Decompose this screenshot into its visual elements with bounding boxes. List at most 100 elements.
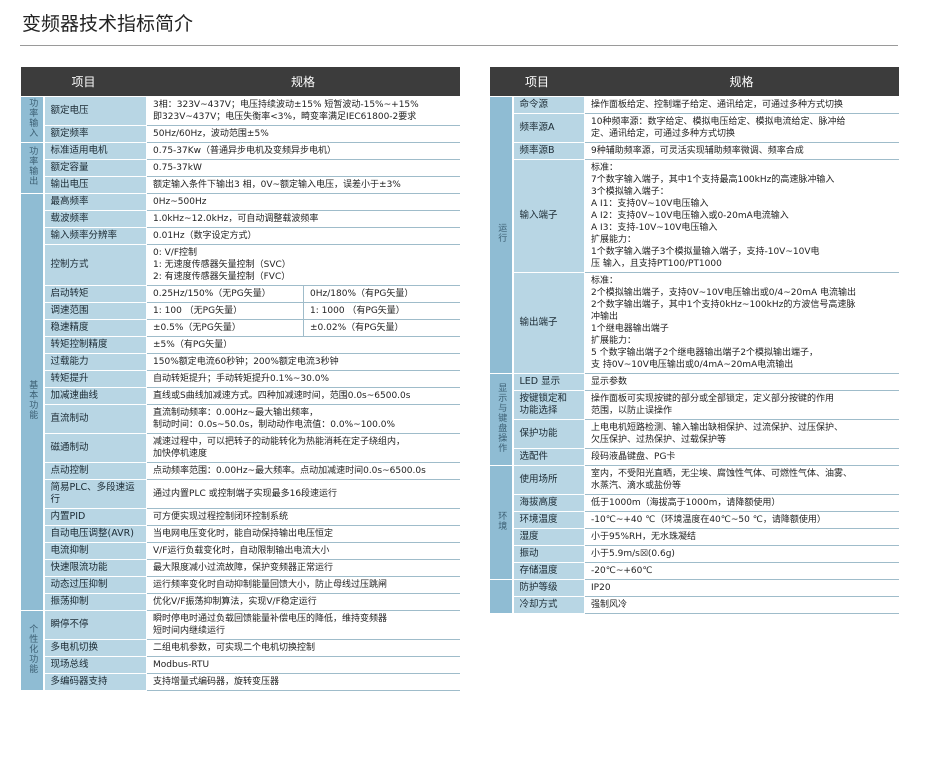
spec-value: 0.75-37Kw（普通异步电机及变频异步电机）: [146, 142, 460, 160]
spec-item: 命令源: [511, 96, 586, 114]
table-row: 环境温度 -10℃~+40 ℃（环境温度在40℃~50 ℃，请降额使用）: [490, 511, 899, 529]
group-label-text: 功率输出: [27, 146, 38, 186]
table-row: 动态过压抑制 运行频率变化时自动抑制能量回馈大小，防止母线过压跳闸: [21, 576, 460, 594]
table-row: 启动转矩 0.25Hz/150%（无PG矢量） 0Hz/180%（有PG矢量）: [21, 285, 460, 303]
spec-value: -20℃~+60℃: [584, 562, 899, 580]
spec-value: Modbus-RTU: [146, 656, 460, 674]
spec-value: 操作面板可实现按键的部分或全部锁定，定义部分按键的作用 范围，以防止误操作: [584, 390, 899, 420]
header-spec: 规格: [146, 67, 460, 97]
spec-item: 额定频率: [42, 125, 148, 143]
spec-value: 室内，不受阳光直晒，无尘埃、腐蚀性气体、可燃性气体、油雾、 水蒸汽、滴水或盐份等: [584, 465, 899, 495]
spec-value: 操作面板给定、控制端子给定、通讯给定，可通过多种方式切换: [584, 96, 899, 114]
spec-value-secondary: ±0.02%（有PG矢量）: [303, 319, 460, 337]
table-row: 显示与键盘操作 LED 显示 显示参数: [489, 373, 899, 466]
group-label: 功率输入: [20, 96, 45, 143]
spec-value: 二组电机参数，可实现二个电机切换控制: [146, 639, 460, 657]
table-row: 调速范围 1: 100 （无PG矢量） 1: 1000 （有PG矢量）: [21, 302, 460, 320]
group-label: 个性化功能: [20, 610, 45, 691]
table-row: 控制方式 0: V/F控制 1: 无速度传感器矢量控制（SVC） 2: 有速度传感…: [21, 244, 460, 286]
table-row: 简易PLC、多段速运行 通过内置PLC 或控制端子实现最多16段速运行: [21, 479, 460, 509]
spec-item: 稳速精度: [42, 319, 148, 337]
spec-value: 9种辅助频率源，可灵活实现辅助频率微调、频率合成: [584, 142, 899, 160]
table-row: 稳速精度 ±0.5%（无PG矢量） ±0.02%（有PG矢量）: [21, 319, 460, 337]
spec-value: 减速过程中，可以把转子的动能转化为热能消耗在定子绕组内， 加快停机速度: [146, 433, 460, 463]
table-row: 功率输入 额定电压 3相：323V~437V；电压持续波动±15% 短暂波动-15%…: [20, 96, 460, 143]
spec-table-right: 项目 规格 运行 命令源 操作面板给定、控制端子给定、通讯给定，可通过多种方式切换频…: [489, 67, 899, 614]
spec-item: 最高频率: [42, 193, 148, 211]
spec-item: 简易PLC、多段速运行: [42, 479, 148, 509]
spec-value: 标准： 2个模拟输出端子，支持0V~10V电压输出或0/4~20mA 电流输出 …: [584, 272, 899, 374]
spec-item: 控制方式: [42, 244, 148, 286]
spec-value: 瞬时停电时通过负载回馈能量补偿电压的降低，维持变频器 短时间内继续运行: [146, 610, 460, 640]
spec-value: 优化V/F振荡抑制算法，实现V/F稳定运行: [146, 593, 460, 611]
table-row: 输入频率分辨率 0.01Hz（数字设定方式）: [21, 227, 460, 245]
spec-value: IP20: [584, 579, 899, 597]
spec-value: 10种频率源：数字给定、模拟电压给定、模拟电流给定、脉冲给 定、通讯给定，可通过…: [584, 113, 899, 143]
header-item: 项目: [20, 67, 147, 97]
spec-item: 输出端子: [511, 272, 586, 374]
spec-item: 电流抑制: [42, 542, 148, 560]
table-row: 额定容量 0.75-37kW: [21, 159, 460, 177]
table-row: 载波频率 1.0kHz~12.0kHz，可自动调整载波频率: [21, 210, 460, 228]
spec-item: 加减速曲线: [42, 387, 148, 405]
spec-value: 0: V/F控制 1: 无速度传感器矢量控制（SVC） 2: 有速度传感器矢量控…: [146, 244, 460, 286]
table-row: 直流制动 直流制动频率：0.00Hz~最大输出频率， 制动时间：0.0s~50.0…: [21, 404, 460, 434]
table-row: 转矩控制精度 ±5%（有PG矢量）: [21, 336, 460, 354]
spec-value: 当电网电压变化时，能自动保持输出电压恒定: [146, 525, 460, 543]
group-label: [489, 579, 514, 614]
spec-item: 选配件: [511, 448, 586, 466]
spec-item: 点动控制: [42, 462, 148, 480]
table-row: 按键锁定和 功能选择 操作面板可实现按键的部分或全部锁定，定义部分按键的作用 范围…: [490, 390, 899, 420]
spec-item: LED 显示: [511, 373, 586, 391]
spec-value: 自动转矩提升；手动转矩提升0.1%~30.0%: [146, 370, 460, 388]
spec-value: 低于1000m（海拔高于1000m，请降额使用）: [584, 494, 899, 512]
spec-item: 动态过压抑制: [42, 576, 148, 594]
spec-value: 0.25Hz/150%（无PG矢量）: [146, 285, 305, 303]
spec-item: 自动电压调整(AVR): [42, 525, 148, 543]
spec-value: 小于95%RH，无水珠凝结: [584, 528, 899, 546]
spec-value: 可方便实现过程控制闭环控制系统: [146, 508, 460, 526]
spec-item: 振动: [511, 545, 586, 563]
table-row: 输出电压 额定输入条件下输出3 相，0V~额定输入电压，误差小于±3%: [21, 176, 460, 194]
table-row: 自动电压调整(AVR) 当电网电压变化时，能自动保持输出电压恒定: [21, 525, 460, 543]
spec-value: 150%额定电流60秒钟；200%额定电流3秒钟: [146, 353, 460, 371]
group-label: 运行: [489, 96, 514, 374]
table-row: 存储温度 -20℃~+60℃: [490, 562, 899, 580]
page-title: 变频器技术指标简介: [22, 13, 194, 35]
table-row: 内置PID 可方便实现过程控制闭环控制系统: [21, 508, 460, 526]
spec-item: 多编码器支持: [42, 673, 148, 691]
spec-value: 0.01Hz（数字设定方式）: [146, 227, 460, 245]
spec-value: 直流制动频率：0.00Hz~最大输出频率， 制动时间：0.0s~50.0s，制动…: [146, 404, 460, 434]
spec-value: 点动频率范围：0.00Hz~最大频率。点动加减速时间0.0s~6500.0s: [146, 462, 460, 480]
spec-item: 转矩控制精度: [42, 336, 148, 354]
table-row: 基本功能 最高频率 0Hz~500Hz: [20, 193, 460, 611]
spec-item: 内置PID: [42, 508, 148, 526]
table-row: 振动 小于5.9m/s☒(0.6g): [490, 545, 899, 563]
spec-item: 载波频率: [42, 210, 148, 228]
table-row: 输入端子 标准： 7个数字输入端子，其中1个支持最高100kHz的高速脉冲输入 3…: [490, 159, 899, 273]
spec-value-secondary: 1: 1000 （有PG矢量）: [303, 302, 460, 320]
title-divider: [20, 45, 898, 46]
group-label-text: 功率输入: [27, 97, 38, 138]
spec-value: ±0.5%（无PG矢量）: [146, 319, 305, 337]
spec-value: 强制风冷: [584, 596, 899, 614]
table-row: 频率源B 9种辅助频率源，可灵活实现辅助频率微调、频率合成: [490, 142, 899, 160]
spec-value: 1.0kHz~12.0kHz，可自动调整载波频率: [146, 210, 460, 228]
table-row: 点动控制 点动频率范围：0.00Hz~最大频率。点动加减速时间0.0s~6500.…: [21, 462, 460, 480]
spec-item: 额定容量: [42, 159, 148, 177]
spec-value: 3相：323V~437V；电压持续波动±15% 短暂波动-15%~+15% 即3…: [146, 96, 460, 126]
spec-item: 输出电压: [42, 176, 148, 194]
spec-item: 过载能力: [42, 353, 148, 371]
spec-value: 通过内置PLC 或控制端子实现最多16段速运行: [146, 479, 460, 509]
spec-value: 1: 100 （无PG矢量）: [146, 302, 305, 320]
table-row: 振荡抑制 优化V/F振荡抑制算法，实现V/F稳定运行: [21, 593, 460, 611]
group-label-text: 个性化功能: [27, 623, 38, 674]
spec-value: -10℃~+40 ℃（环境温度在40℃~50 ℃，请降额使用）: [584, 511, 899, 529]
table-row: 多编码器支持 支持增量式编码器，旋转变压器: [21, 673, 460, 691]
table-row: 保护功能 上电电机短路检测、输入输出缺相保护、过流保护、过压保护、 欠压保护、过热…: [490, 419, 899, 449]
table-row: 过载能力 150%额定电流60秒钟；200%额定电流3秒钟: [21, 353, 460, 371]
table-row: 个性化功能 瞬停不停 瞬时停电时通过负载回馈能量补偿电压的降低，维持变频器 短时间内…: [20, 610, 460, 691]
header-item: 项目: [489, 67, 585, 97]
group-label: 显示与键盘操作: [489, 373, 514, 466]
table-row: 转矩提升 自动转矩提升；手动转矩提升0.1%~30.0%: [21, 370, 460, 388]
